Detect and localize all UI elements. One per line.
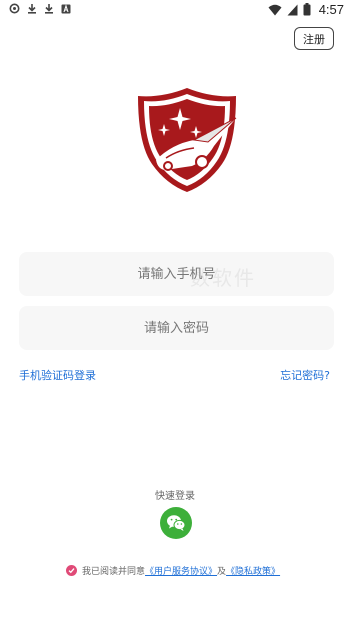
wechat-icon — [167, 515, 186, 531]
sync-icon — [9, 3, 20, 14]
phone-input[interactable] — [19, 252, 334, 296]
terms-link[interactable]: 《用户服务协议》 — [145, 564, 217, 577]
signal-icon — [287, 4, 298, 15]
download-icon — [28, 4, 36, 14]
phone-field[interactable] — [19, 252, 334, 296]
register-button[interactable]: 注册 — [294, 27, 334, 50]
sms-login-link[interactable]: 手机验证码登录 — [19, 367, 96, 383]
quick-login-label: 快速登录 — [155, 491, 195, 502]
battery-icon — [303, 3, 311, 16]
agreement-and: 及 — [217, 567, 227, 577]
check-icon — [68, 568, 75, 574]
status-time: 4:57 — [318, 2, 344, 17]
privacy-link[interactable]: 《隐私政策》 — [226, 564, 280, 577]
agreement-prefix: 我已阅读并同意 — [82, 567, 146, 577]
forgot-password-link[interactable]: 忘记密码? — [280, 367, 330, 383]
agreement-checkbox[interactable] — [66, 565, 77, 576]
status-bar: 4:57 — [0, 0, 350, 20]
notification-a-icon — [61, 3, 71, 13]
shield-car-logo — [132, 84, 242, 196]
password-input[interactable] — [19, 306, 334, 350]
wechat-login-button[interactable] — [160, 507, 192, 539]
status-right-icons: 4:57 — [268, 2, 344, 17]
status-left-icons — [9, 3, 71, 14]
download-icon — [45, 4, 53, 14]
agreement-row: 我已阅读并同意 《用户服务协议》 及 《隐私政策》 — [66, 564, 280, 577]
wifi-icon — [268, 4, 282, 15]
password-field[interactable] — [19, 306, 334, 350]
